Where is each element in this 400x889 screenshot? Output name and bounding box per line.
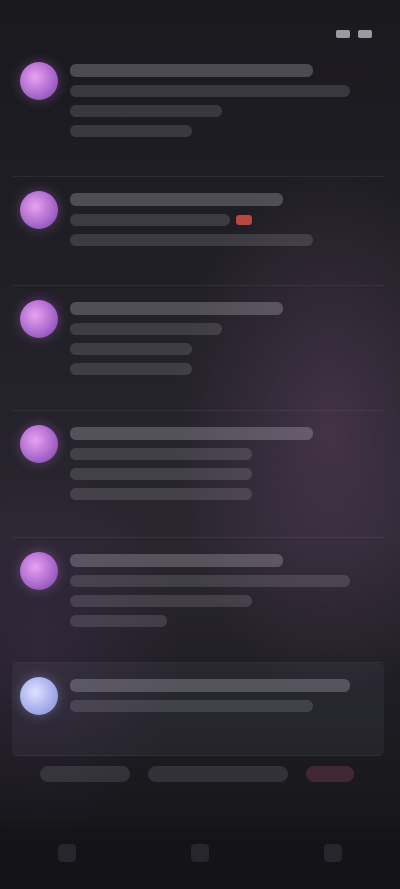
- signal-icon: [336, 30, 350, 38]
- feed-item-line: [70, 343, 192, 355]
- feed-item[interactable]: [12, 48, 384, 177]
- feed-item-line: [70, 595, 253, 607]
- feed-item-line: [70, 700, 314, 712]
- battery-icon: [358, 30, 372, 38]
- feed-item-meta: [70, 615, 168, 627]
- feed-item[interactable]: [12, 663, 384, 756]
- tab-1[interactable]: [40, 766, 130, 782]
- avatar[interactable]: [20, 191, 58, 229]
- avatar[interactable]: [20, 425, 58, 463]
- avatar[interactable]: [20, 677, 58, 715]
- feed-item-text: [70, 300, 374, 392]
- notification-feed[interactable]: [12, 48, 384, 756]
- feed-item-line: [70, 448, 253, 460]
- recents-icon[interactable]: [324, 844, 343, 862]
- feed-item-line: [70, 105, 222, 117]
- feed-item-meta: [70, 363, 192, 375]
- tab-2[interactable]: [148, 766, 288, 782]
- feed-item-meta: [70, 488, 253, 500]
- feed-item-line: [70, 323, 222, 335]
- feed-item[interactable]: [12, 538, 384, 663]
- feed-item[interactable]: [12, 286, 384, 411]
- feed-item-meta: [70, 125, 192, 137]
- feed-item-title: [70, 679, 350, 692]
- feed-item-title: [70, 193, 283, 206]
- feed-item-title: [70, 302, 283, 315]
- feed-item[interactable]: [12, 411, 384, 538]
- bottom-tabs: [40, 760, 380, 788]
- feed-item-title: [70, 554, 283, 567]
- feed-item-text: [70, 425, 374, 519]
- avatar[interactable]: [20, 300, 58, 338]
- feed-item-text: [70, 191, 374, 267]
- tab-3[interactable]: [306, 766, 354, 782]
- feed-item-line: [70, 468, 253, 480]
- feed-item[interactable]: [12, 177, 384, 286]
- feed-item-meta: [70, 234, 314, 246]
- feed-item-line: [70, 214, 253, 226]
- avatar[interactable]: [20, 62, 58, 100]
- feed-item-line: [70, 575, 350, 587]
- home-icon[interactable]: [190, 844, 209, 862]
- reaction-icon: [236, 215, 253, 225]
- back-icon[interactable]: [57, 844, 76, 862]
- feed-item-line: [70, 85, 350, 97]
- system-nav-bar: [0, 817, 400, 889]
- feed-item-title: [70, 427, 314, 440]
- feed-item-text: [70, 552, 374, 644]
- feed-item-title: [70, 64, 314, 77]
- feed-item-text: [70, 677, 374, 737]
- feed-item-line-text: [70, 214, 231, 226]
- avatar[interactable]: [20, 552, 58, 590]
- feed-item-text: [70, 62, 374, 158]
- status-bar: [0, 24, 400, 44]
- status-icons: [336, 30, 372, 38]
